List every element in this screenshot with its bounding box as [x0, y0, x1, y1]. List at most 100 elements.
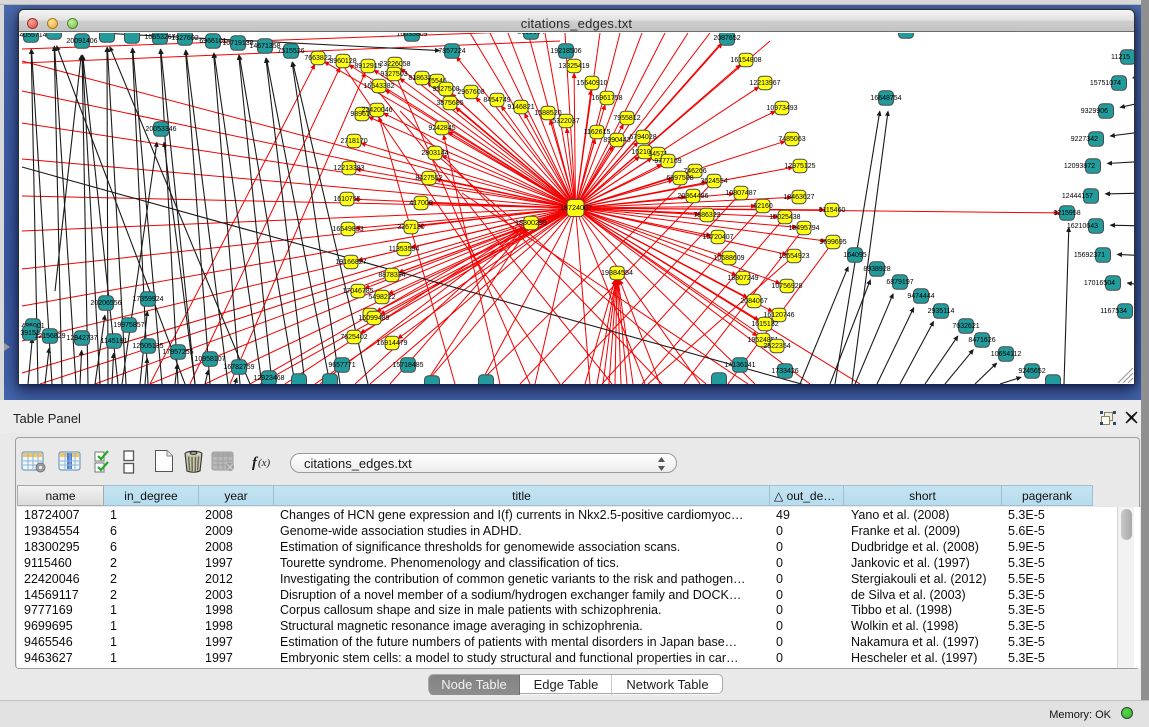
svg-text:9327503: 9327503 [380, 71, 407, 78]
svg-text:3267130: 3267130 [397, 224, 424, 231]
svg-text:9657771: 9657771 [328, 362, 355, 369]
svg-text:417006: 417006 [409, 200, 432, 207]
svg-text:12975125: 12975125 [784, 163, 815, 170]
svg-text:2967608: 2967608 [457, 89, 484, 96]
svg-text:1733426: 1733426 [771, 368, 798, 375]
svg-text:16154808: 16154808 [730, 57, 761, 64]
svg-text:8454749: 8454749 [483, 97, 510, 104]
svg-text:16782759: 16782759 [223, 364, 254, 371]
svg-text:13325419: 13325419 [558, 63, 589, 70]
svg-text:13654923: 13654923 [778, 253, 809, 260]
svg-text:9227342: 9227342 [1071, 136, 1098, 143]
svg-text:1162615: 1162615 [584, 129, 611, 136]
svg-text:5322037: 5322037 [552, 118, 579, 125]
svg-text:16914479: 16914479 [376, 340, 407, 347]
svg-text:16961758: 16961758 [591, 95, 622, 102]
svg-text:9242845: 9242845 [428, 125, 455, 132]
svg-text:7955812: 7955812 [613, 115, 640, 122]
svg-text:12213967: 12213967 [749, 80, 780, 87]
svg-text:18463627: 18463627 [783, 194, 814, 201]
svg-text:16543382: 16543382 [363, 83, 394, 90]
svg-text:1145191: 1145191 [101, 338, 128, 345]
svg-text:2718170: 2718170 [340, 138, 367, 145]
svg-text:7663822: 7663822 [304, 55, 331, 62]
svg-text:3875685: 3875685 [436, 100, 463, 107]
svg-text:9115460: 9115460 [819, 207, 846, 214]
svg-text:7485063: 7485063 [778, 136, 805, 143]
svg-text:1167534: 1167534 [1100, 308, 1127, 315]
svg-text:15640910: 15640910 [576, 80, 607, 87]
svg-text:14055714: 14055714 [19, 33, 47, 39]
svg-text:164095: 164095 [843, 252, 866, 259]
svg-text:7857224: 7857224 [438, 48, 465, 55]
svg-text:1327602: 1327602 [171, 35, 198, 42]
svg-text:10756928: 10756928 [771, 283, 802, 290]
svg-text:15718485: 15718485 [392, 362, 423, 369]
svg-text:9474444: 9474444 [907, 293, 934, 300]
svg-text:2935114: 2935114 [928, 308, 955, 315]
svg-text:7632621: 7632621 [952, 323, 979, 330]
svg-text:16099489: 16099489 [358, 315, 389, 322]
svg-text:20364486: 20364486 [677, 193, 708, 200]
svg-text:8938928: 8938928 [863, 266, 890, 273]
svg-text:17957255: 17957255 [162, 349, 193, 356]
svg-text:10807487: 10807487 [725, 190, 756, 197]
svg-text:14671358: 14671358 [249, 43, 280, 50]
svg-text:17359924: 17359924 [132, 296, 163, 303]
svg-text:19384554: 19384554 [601, 268, 633, 277]
svg-text:17016504: 17016504 [1084, 280, 1115, 287]
svg-text:6879197: 6879197 [886, 279, 913, 286]
svg-text:1610755: 1610755 [333, 196, 360, 203]
svg-text:11215: 11215 [1111, 54, 1130, 61]
svg-text:8912915: 8912915 [354, 63, 381, 70]
svg-text:16033809: 16033809 [396, 33, 427, 38]
svg-text:20091406: 20091406 [66, 38, 97, 45]
svg-text:9146821: 9146821 [507, 104, 534, 111]
svg-text:7515526: 7515526 [277, 48, 304, 55]
svg-text:16549833: 16549833 [332, 226, 363, 233]
svg-text:9327508: 9327508 [432, 86, 459, 93]
svg-text:10958107: 10958107 [194, 356, 225, 363]
svg-text:12942737: 12942737 [66, 335, 97, 342]
svg-text:(x): (x) [258, 457, 271, 469]
svg-text:1615132: 1615132 [751, 321, 778, 328]
svg-text:12505135: 12505135 [132, 343, 163, 350]
svg-text:7886322: 7886322 [693, 212, 720, 219]
svg-text:18495794: 18495794 [788, 225, 819, 232]
svg-text:20053346: 20053346 [145, 126, 176, 133]
svg-text:10025438: 10025438 [769, 214, 800, 221]
svg-text:2087652: 2087652 [713, 35, 740, 42]
svg-text:9245652: 9245652 [1018, 368, 1045, 375]
svg-text:5498222: 5498222 [368, 294, 395, 301]
svg-text:2803144: 2803144 [421, 150, 448, 157]
svg-text:19975857: 19975857 [113, 322, 144, 329]
svg-text:18807249: 18807249 [727, 275, 758, 282]
svg-text:12923468: 12923468 [253, 375, 284, 382]
svg-text:9777169: 9777169 [654, 158, 681, 165]
svg-text:62160: 62160 [753, 203, 773, 210]
svg-text:9329906: 9329906 [1081, 108, 1108, 115]
svg-text:3624554: 3624554 [700, 178, 727, 185]
svg-text:8427552: 8427552 [415, 175, 442, 182]
svg-text:6794028: 6794028 [629, 134, 656, 141]
svg-text:12213383: 12213383 [333, 165, 364, 172]
svg-text:14136141: 14136141 [724, 362, 755, 369]
svg-text:16210643: 16210643 [1067, 223, 1098, 230]
svg-text:8471626: 8471626 [968, 337, 995, 344]
svg-text:7625402: 7625402 [340, 334, 367, 341]
svg-text:6897508: 6897508 [666, 175, 693, 182]
svg-text:8990443: 8990443 [603, 137, 630, 144]
svg-text:19166827: 19166827 [335, 259, 366, 266]
svg-text:8215958: 8215958 [1053, 210, 1080, 217]
svg-text:2522354: 2522354 [763, 343, 790, 350]
svg-text:15751074: 15751074 [1090, 80, 1121, 87]
svg-text:2084067: 2084067 [740, 298, 767, 305]
svg-text:8960128: 8960128 [329, 58, 356, 65]
svg-text:20206556: 20206556 [90, 300, 121, 307]
svg-text:15720407: 15720407 [702, 234, 733, 241]
svg-text:11353594: 11353594 [389, 246, 420, 253]
svg-text:18300295: 18300295 [515, 218, 547, 227]
svg-text:10973493: 10973493 [766, 105, 797, 112]
svg-text:12093872: 12093872 [1064, 163, 1095, 170]
svg-text:16648754: 16648754 [870, 95, 901, 102]
